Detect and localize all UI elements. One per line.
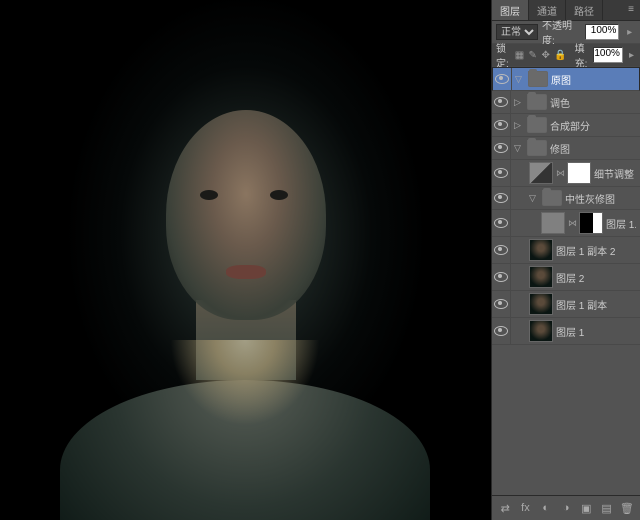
layer-name[interactable]: 图层 1 <box>556 324 636 339</box>
layer-name[interactable]: 原图 <box>551 72 635 87</box>
group-icon[interactable]: ▣ <box>579 500 593 516</box>
panel-menu-icon[interactable]: ≡ <box>622 0 640 20</box>
layer-name[interactable]: 图层 1 副本 2 <box>556 243 636 258</box>
layer-thumbnail <box>529 293 553 315</box>
layer-thumbnail <box>529 239 553 261</box>
visibility-toggle[interactable] <box>492 264 511 290</box>
mask-icon[interactable]: ◐ <box>539 500 553 516</box>
layers-panel: 图层 通道 路径 ≡ 正常 不透明度: 100% ▸ 锁定: ▦ ✎ ✥ 🔒 填… <box>491 0 640 520</box>
trash-icon[interactable]: 🗑 <box>620 500 634 516</box>
eye-icon <box>494 143 508 153</box>
layer-row[interactable]: 图层 1 <box>492 318 640 345</box>
layer-row[interactable]: 图层 2 <box>492 264 640 291</box>
layer-name[interactable]: 调色 <box>550 95 636 110</box>
layer-row[interactable]: 图层 1 副本 <box>492 291 640 318</box>
eye-icon <box>494 120 508 130</box>
photo-content <box>0 0 491 520</box>
visibility-toggle[interactable] <box>493 68 512 90</box>
chevron-right-icon[interactable]: ▸ <box>627 48 636 62</box>
layer-name[interactable]: 图层 1... <box>606 216 636 231</box>
eye-icon <box>494 299 508 309</box>
visibility-toggle[interactable] <box>492 187 511 209</box>
layer-name[interactable]: 细节调整 <box>594 166 636 181</box>
folder-icon <box>527 94 547 110</box>
fill-label: 填充: <box>575 40 590 70</box>
layer-thumbnail <box>529 162 553 184</box>
lock-pixels-icon[interactable]: ✎ <box>528 48 537 62</box>
layer-thumbnail <box>529 320 553 342</box>
eye-icon <box>495 74 509 84</box>
layer-thumbnail <box>541 212 565 234</box>
layer-row[interactable]: ▽ 中性灰修图 <box>492 187 640 210</box>
layer-name[interactable]: 修图 <box>550 141 636 156</box>
mask-thumbnail <box>567 162 591 184</box>
disclosure-triangle-icon[interactable]: ▷ <box>514 120 524 131</box>
layer-row[interactable]: ⋈ 图层 1... <box>492 210 640 237</box>
tab-layers[interactable]: 图层 <box>492 0 529 20</box>
layer-row[interactable]: ▷ 合成部分 <box>492 114 640 137</box>
disclosure-triangle-icon[interactable]: ▽ <box>529 193 539 204</box>
layers-list: ▽ 原图 ▷ 调色 ▷ 合成部分 ▽ 修图 ⋈ 细节调整 ▽ 中性灰修图 ⋈ 图层 1... 图层 1 副本… <box>492 67 640 495</box>
disclosure-triangle-icon[interactable]: ▽ <box>515 74 525 85</box>
opacity-input[interactable]: 100% <box>585 24 620 40</box>
eye-icon <box>494 218 508 228</box>
blend-mode-select[interactable]: 正常 <box>496 24 538 40</box>
eye-icon <box>494 168 508 178</box>
visibility-toggle[interactable] <box>492 318 511 344</box>
disclosure-triangle-icon[interactable]: ▽ <box>514 143 524 154</box>
link-icon[interactable]: ⋈ <box>556 168 564 179</box>
layer-row[interactable]: 图层 1 副本 2 <box>492 237 640 264</box>
eye-icon <box>494 97 508 107</box>
visibility-toggle[interactable] <box>492 291 511 317</box>
lock-transparent-icon[interactable]: ▦ <box>515 48 524 62</box>
visibility-toggle[interactable] <box>492 237 511 263</box>
new-layer-icon[interactable]: ▤ <box>599 500 613 516</box>
layer-name[interactable]: 中性灰修图 <box>565 191 636 206</box>
eye-icon <box>494 326 508 336</box>
visibility-toggle[interactable] <box>492 137 511 159</box>
fill-input[interactable]: 100% <box>593 47 623 63</box>
visibility-toggle[interactable] <box>492 91 511 113</box>
layer-name[interactable]: 图层 2 <box>556 270 636 285</box>
mask-thumbnail <box>579 212 603 234</box>
visibility-toggle[interactable] <box>492 210 511 236</box>
visibility-toggle[interactable] <box>492 160 511 186</box>
folder-icon <box>542 190 562 206</box>
eye-icon <box>494 272 508 282</box>
adjustment-icon[interactable]: ◑ <box>559 500 573 516</box>
lock-label: 锁定: <box>496 40 511 70</box>
folder-icon <box>528 71 548 87</box>
layer-row[interactable]: ▽ 修图 <box>492 137 640 160</box>
eye-icon <box>494 193 508 203</box>
link-layers-icon[interactable]: ⇄ <box>498 500 512 516</box>
layer-row[interactable]: ▽ 原图 <box>492 67 640 91</box>
layer-row[interactable]: ⋈ 细节调整 <box>492 160 640 187</box>
layer-row[interactable]: ▷ 调色 <box>492 91 640 114</box>
lock-position-icon[interactable]: ✥ <box>541 48 550 62</box>
folder-icon <box>527 140 547 156</box>
folder-icon <box>527 117 547 133</box>
layer-thumbnail <box>529 266 553 288</box>
lock-all-icon[interactable]: 🔒 <box>554 48 566 62</box>
layer-name[interactable]: 合成部分 <box>550 118 636 133</box>
document-canvas[interactable] <box>0 0 491 520</box>
chevron-right-icon[interactable]: ▸ <box>623 25 636 39</box>
eye-icon <box>494 245 508 255</box>
panel-bottom-bar: ⇄ fx ◐ ◑ ▣ ▤ 🗑 <box>492 495 640 520</box>
layer-name[interactable]: 图层 1 副本 <box>556 297 636 312</box>
disclosure-triangle-icon[interactable]: ▷ <box>514 97 524 108</box>
link-icon[interactable]: ⋈ <box>568 218 576 229</box>
visibility-toggle[interactable] <box>492 114 511 136</box>
fx-icon[interactable]: fx <box>518 500 532 516</box>
